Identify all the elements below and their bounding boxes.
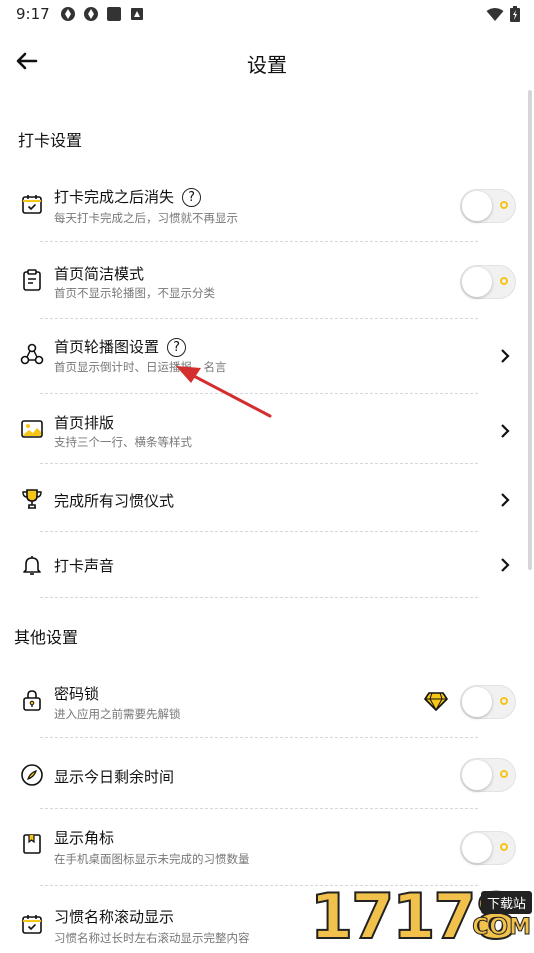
- setting-description: 在手机桌面图标显示未完成的习惯数量: [54, 852, 250, 866]
- setting-row-carousel[interactable]: 首页轮播图设置? 首页显示倒计时、日运播报、名言: [0, 330, 534, 386]
- setting-label: 首页轮播图设置: [54, 338, 160, 356]
- divider: [40, 808, 478, 809]
- setting-label: 首页排版: [54, 414, 115, 432]
- battery-icon: [510, 6, 520, 26]
- trophy-icon: [20, 487, 44, 511]
- setting-description: 习惯名称过长时左右滚动显示完整内容: [54, 931, 250, 945]
- setting-description: 支持三个一行、横条等样式: [54, 435, 192, 449]
- setting-description: 进入应用之前需要先解锁: [54, 707, 181, 721]
- vip-diamond-icon: [424, 691, 448, 712]
- setting-label: 打卡完成之后消失: [54, 188, 175, 206]
- bookmark-icon: [20, 832, 44, 856]
- setting-label: 显示今日剩余时间: [54, 768, 175, 786]
- setting-label: 首页简洁模式: [54, 265, 145, 283]
- setting-row-simple-mode[interactable]: 首页简洁模式 首页不显示轮播图，不显示分类: [0, 256, 534, 312]
- divider: [40, 463, 478, 464]
- setting-row-remaining-time[interactable]: 显示今日剩余时间: [0, 750, 534, 800]
- setting-label: 习惯名称滚动显示: [54, 908, 175, 926]
- setting-label: 显示角标: [54, 829, 115, 847]
- vanish-toggle[interactable]: [460, 189, 516, 223]
- setting-description: 首页显示倒计时、日运播报、名言: [54, 360, 227, 374]
- app-notification-icon: [60, 6, 76, 22]
- setting-row-layout[interactable]: 首页排版 支持三个一行、横条等样式: [0, 405, 534, 461]
- watermark-domain: COM: [472, 915, 532, 941]
- watermark-badge: 下载站: [480, 891, 532, 914]
- status-time: 9:17: [16, 5, 50, 23]
- setting-row-password-lock[interactable]: 密码锁 进入应用之前需要先解锁: [0, 676, 534, 732]
- calendar-check-icon: [20, 192, 44, 216]
- divider: [40, 737, 478, 738]
- nodes-icon: [20, 342, 44, 366]
- setting-row-vanish[interactable]: 打卡完成之后消失? 每天打卡完成之后，习惯就不再显示: [0, 180, 534, 236]
- image-icon: [20, 417, 44, 441]
- badge-toggle[interactable]: [460, 831, 516, 865]
- remaining-time-toggle[interactable]: [460, 758, 516, 792]
- setting-label: 打卡声音: [54, 557, 115, 575]
- status-bar: 9:17: [0, 0, 534, 28]
- divider: [40, 531, 478, 532]
- app-notification-icon: [83, 6, 99, 22]
- page-title: 设置: [247, 53, 287, 77]
- watermark-logo: 17178 下载站 COM: [309, 884, 534, 950]
- calendar-check-icon: [20, 912, 44, 936]
- divider: [40, 318, 478, 319]
- wifi-icon: [486, 7, 504, 26]
- clipboard-icon: [20, 268, 44, 292]
- setting-row-badge[interactable]: 显示角标 在手机桌面图标显示未完成的习惯数量: [0, 820, 534, 876]
- setting-description: 首页不显示轮播图，不显示分类: [54, 286, 215, 300]
- section-title-checkin: 打卡设置: [18, 131, 83, 150]
- section-title-other: 其他设置: [14, 628, 79, 647]
- simple-mode-toggle[interactable]: [460, 265, 516, 299]
- setting-row-ritual[interactable]: 完成所有习惯仪式: [0, 476, 534, 522]
- setting-label: 密码锁: [54, 685, 100, 703]
- divider: [40, 597, 478, 598]
- chevron-right-icon: [498, 348, 512, 364]
- chevron-right-icon: [498, 557, 512, 573]
- square-notification-icon: [106, 6, 122, 22]
- password-lock-toggle[interactable]: [460, 685, 516, 719]
- image-notification-icon: [129, 6, 145, 22]
- divider: [40, 393, 478, 394]
- compass-icon: [20, 763, 44, 787]
- setting-row-sound[interactable]: 打卡声音: [0, 542, 534, 588]
- divider: [40, 241, 478, 242]
- chevron-right-icon: [498, 423, 512, 439]
- lock-icon: [20, 688, 44, 712]
- help-icon[interactable]: ?: [182, 188, 202, 207]
- app-bar: 设置: [0, 36, 534, 88]
- chevron-right-icon: [498, 492, 512, 508]
- setting-label: 完成所有习惯仪式: [54, 492, 175, 510]
- setting-description: 每天打卡完成之后，习惯就不再显示: [54, 211, 238, 225]
- help-icon[interactable]: ?: [167, 338, 187, 357]
- bell-icon: [20, 553, 44, 577]
